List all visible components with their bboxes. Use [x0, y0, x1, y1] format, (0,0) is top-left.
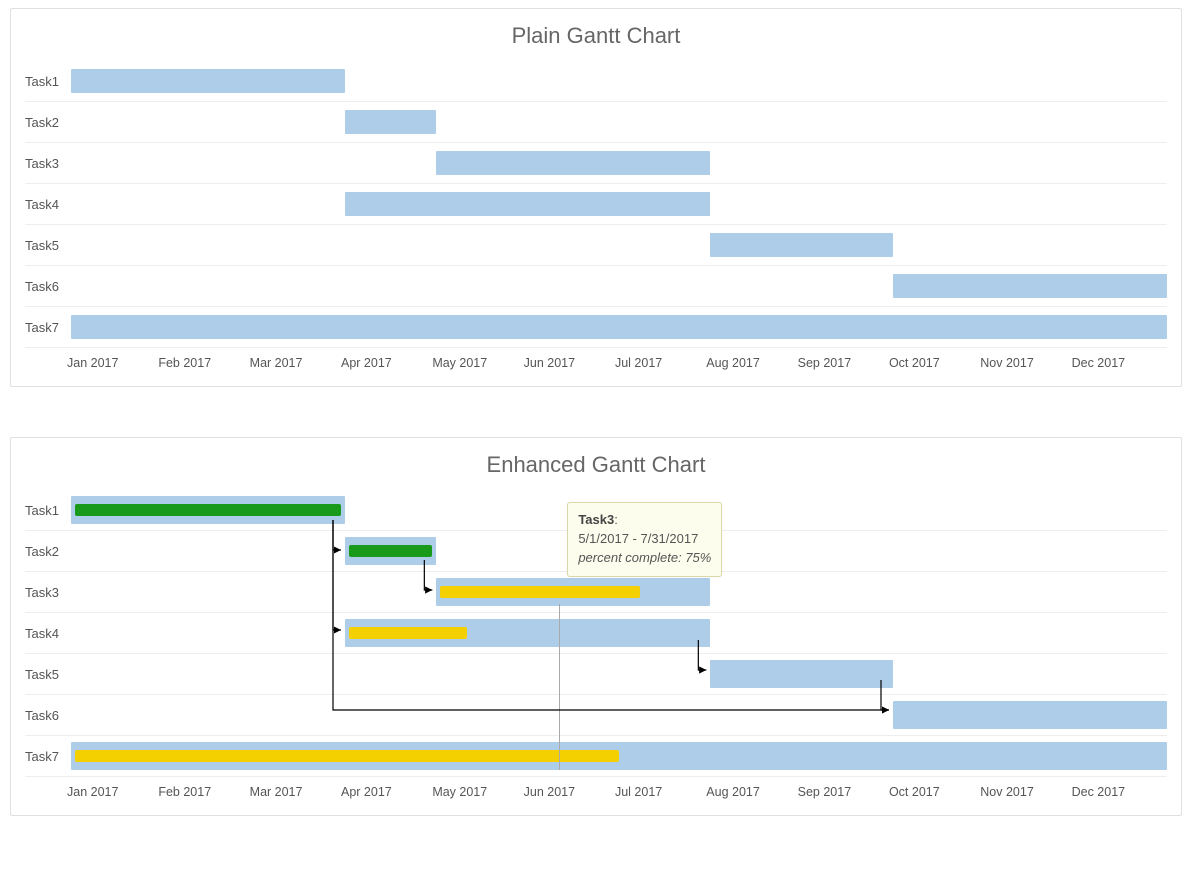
gantt-row: Task5 [25, 654, 1167, 695]
x-axis-tick: Feb 2017 [162, 785, 253, 799]
gantt-bar[interactable] [71, 496, 345, 524]
gantt-row-track [71, 102, 1167, 142]
gantt-row: Task3 [25, 143, 1167, 184]
gantt-bar-progress [440, 586, 640, 598]
gantt-bar[interactable] [345, 619, 710, 647]
crosshair-line [559, 604, 560, 770]
x-axis-tick: Jan 2017 [71, 785, 162, 799]
x-axis-tick: Sep 2017 [802, 356, 893, 370]
gantt-row-label: Task6 [25, 708, 71, 723]
gantt-row-label: Task3 [25, 585, 71, 600]
gantt-row-track [71, 654, 1167, 694]
gantt-row-label: Task6 [25, 279, 71, 294]
enhanced-gantt-chart[interactable]: Task1 Task2 Task3 Task4 Task5 Task6 Task7 Jan 2… [11, 490, 1181, 815]
gantt-bar[interactable] [893, 701, 1167, 729]
gantt-row: Task3 [25, 572, 1167, 613]
gantt-row-label: Task4 [25, 626, 71, 641]
x-axis-tick: Dec 2017 [1076, 356, 1167, 370]
gantt-bar[interactable] [436, 151, 710, 175]
gantt-row-track [71, 225, 1167, 265]
gantt-row: Task7 [25, 736, 1167, 777]
enhanced-gantt-title: Enhanced Gantt Chart [11, 452, 1181, 478]
x-axis-tick: Jun 2017 [528, 785, 619, 799]
x-axis-tick: Apr 2017 [345, 785, 436, 799]
gantt-row-track [71, 61, 1167, 101]
gantt-row-label: Task2 [25, 544, 71, 559]
gantt-row: Task4 [25, 184, 1167, 225]
tooltip-range: 5/1/2017 - 7/31/2017 [578, 530, 711, 549]
x-axis-tick: Nov 2017 [984, 785, 1075, 799]
gantt-row: Task5 [25, 225, 1167, 266]
gantt-row: Task2 [25, 102, 1167, 143]
gantt-bar[interactable] [710, 660, 893, 688]
gantt-x-axis: Jan 2017Feb 2017Mar 2017Apr 2017May 2017… [71, 785, 1167, 799]
gantt-row: Task6 [25, 695, 1167, 736]
gantt-bar-progress [349, 627, 467, 639]
gantt-row-label: Task1 [25, 74, 71, 89]
gantt-row-label: Task7 [25, 320, 71, 335]
gantt-row-track [71, 736, 1167, 776]
plain-gantt-title: Plain Gantt Chart [11, 23, 1181, 49]
x-axis-tick: Jun 2017 [528, 356, 619, 370]
gantt-bar[interactable] [436, 578, 710, 606]
x-axis-tick: Sep 2017 [802, 785, 893, 799]
gantt-row-track [71, 184, 1167, 224]
x-axis-tick: Dec 2017 [1076, 785, 1167, 799]
x-axis-tick: Oct 2017 [893, 356, 984, 370]
x-axis-tick: May 2017 [436, 356, 527, 370]
gantt-row-label: Task5 [25, 667, 71, 682]
gantt-row-track [71, 307, 1167, 347]
gantt-bar[interactable] [345, 537, 436, 565]
x-axis-tick: Aug 2017 [710, 356, 801, 370]
gantt-bar[interactable] [345, 110, 436, 134]
gantt-bar[interactable] [345, 192, 710, 216]
plain-gantt-chart[interactable]: Task1 Task2 Task3 Task4 Task5 Task6 Task7 Jan 2… [11, 61, 1181, 386]
x-axis-tick: Mar 2017 [254, 356, 345, 370]
gantt-row: Task6 [25, 266, 1167, 307]
gantt-row-track [71, 266, 1167, 306]
gantt-bar[interactable] [893, 274, 1167, 298]
gantt-bar[interactable] [71, 742, 1167, 770]
gantt-row-track [71, 143, 1167, 183]
gantt-x-axis: Jan 2017Feb 2017Mar 2017Apr 2017May 2017… [71, 356, 1167, 370]
plain-gantt-panel: Plain Gantt Chart Task1Task2Task3Task4Ta… [10, 8, 1182, 387]
x-axis-tick: Apr 2017 [345, 356, 436, 370]
tooltip-percent-complete: percent complete: 75% [578, 549, 711, 568]
gantt-row: Task1 [25, 61, 1167, 102]
gantt-tooltip: Task3:5/1/2017 - 7/31/2017percent comple… [567, 502, 722, 577]
gantt-bar-progress [349, 545, 432, 557]
gantt-row-track [71, 613, 1167, 653]
gantt-row-label: Task2 [25, 115, 71, 130]
enhanced-gantt-panel: Enhanced Gantt Chart Task1Task2Task3Task… [10, 437, 1182, 816]
gantt-bar-progress [75, 504, 341, 516]
gantt-row: Task4 [25, 613, 1167, 654]
x-axis-tick: Jan 2017 [71, 356, 162, 370]
x-axis-tick: May 2017 [436, 785, 527, 799]
gantt-row-label: Task5 [25, 238, 71, 253]
gantt-bar[interactable] [71, 315, 1167, 339]
x-axis-tick: Mar 2017 [254, 785, 345, 799]
x-axis-tick: Aug 2017 [710, 785, 801, 799]
x-axis-tick: Nov 2017 [984, 356, 1075, 370]
tooltip-task-label: Task3 [578, 512, 614, 527]
gantt-row-label: Task4 [25, 197, 71, 212]
x-axis-tick: Oct 2017 [893, 785, 984, 799]
gantt-row: Task7 [25, 307, 1167, 348]
x-axis-tick: Jul 2017 [619, 785, 710, 799]
gantt-bar[interactable] [710, 233, 893, 257]
gantt-bar-progress [75, 750, 619, 762]
gantt-bar[interactable] [71, 69, 345, 93]
x-axis-tick: Feb 2017 [162, 356, 253, 370]
x-axis-tick: Jul 2017 [619, 356, 710, 370]
gantt-row-label: Task1 [25, 503, 71, 518]
gantt-row-track [71, 572, 1167, 612]
gantt-row-label: Task3 [25, 156, 71, 171]
gantt-row-label: Task7 [25, 749, 71, 764]
gantt-row-track [71, 695, 1167, 735]
